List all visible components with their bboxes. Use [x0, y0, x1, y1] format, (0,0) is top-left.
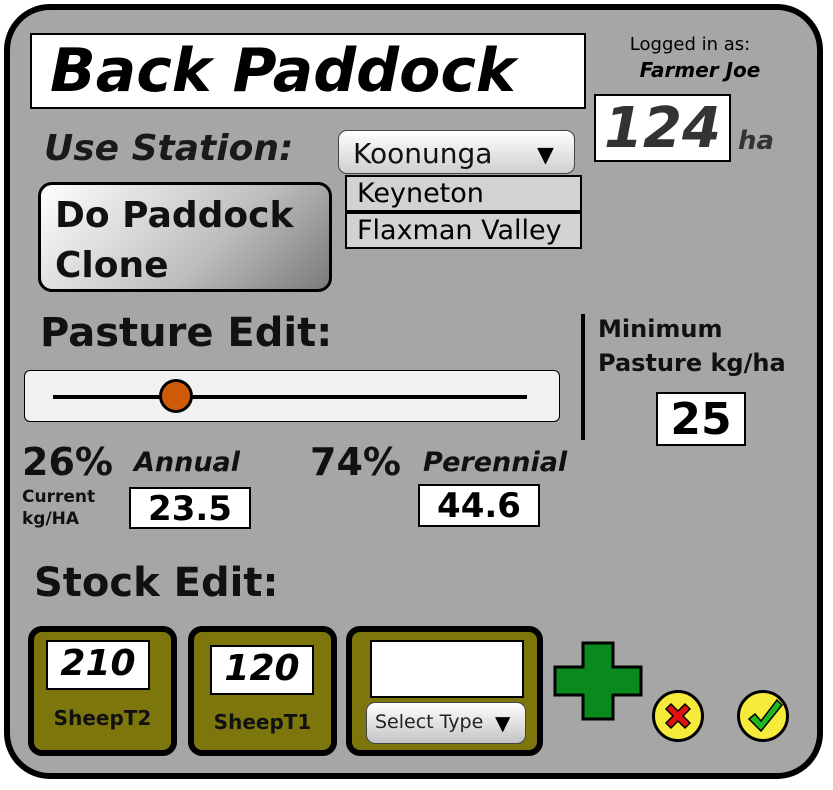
station-selected-value: Koonunga	[353, 137, 493, 170]
pasture-slider[interactable]	[24, 370, 560, 422]
minimum-pasture-input[interactable]: 25	[656, 392, 746, 446]
cancel-x-icon	[664, 702, 692, 730]
station-select[interactable]: Koonunga ▼	[338, 130, 575, 174]
dropdown-arrow-icon: ▼	[537, 143, 554, 168]
station-option-flaxman-valley[interactable]: Flaxman Valley	[345, 212, 582, 249]
plus-icon	[553, 641, 643, 721]
stock-count-input[interactable]: 210	[46, 640, 150, 690]
user-name: Farmer Joe	[639, 58, 761, 82]
paddock-area-value: 124	[594, 94, 731, 162]
slider-thumb[interactable]	[159, 379, 194, 413]
paddock-area-unit: ha	[738, 126, 775, 156]
clone-button-line1: Do Paddock	[55, 195, 294, 236]
stock-count-input[interactable]: 120	[210, 645, 314, 695]
stock-card-sheept1[interactable]: 120 SheepT1	[188, 626, 337, 756]
paddock-title: Back Paddock	[30, 33, 586, 109]
current-kg-ha-label: Current kg/HA	[22, 486, 95, 530]
slider-line	[53, 395, 527, 399]
minimum-pasture-label: Minimum Pasture kg/ha	[598, 312, 786, 380]
current-label-line2: kg/HA	[22, 509, 80, 529]
use-station-label: Use Station:	[44, 128, 294, 169]
do-paddock-clone-button[interactable]: Do Paddock Clone	[38, 182, 332, 292]
stock-type-select[interactable]: Select Type ▼	[366, 702, 526, 744]
station-option-keyneton[interactable]: Keyneton	[345, 175, 582, 212]
stock-card-sheept2[interactable]: 210 SheepT2	[28, 626, 177, 756]
perennial-current-input[interactable]: 44.6	[418, 484, 540, 527]
minimum-pasture-line2: Pasture kg/ha	[598, 349, 786, 377]
cancel-button[interactable]	[652, 690, 704, 742]
stock-edit-heading: Stock Edit:	[34, 560, 279, 606]
logged-in-label: Logged in as:	[629, 34, 751, 55]
divider	[581, 314, 585, 440]
dropdown-arrow-icon: ▼	[495, 711, 511, 735]
new-stock-count-input[interactable]	[370, 640, 524, 698]
perennial-percent: 74%	[310, 440, 401, 484]
minimum-pasture-line1: Minimum	[598, 315, 723, 343]
confirm-button[interactable]	[737, 690, 789, 742]
stock-card-new[interactable]: Select Type ▼	[346, 626, 543, 756]
annual-percent: 26%	[22, 440, 113, 484]
add-stock-button[interactable]	[552, 640, 644, 722]
pasture-edit-heading: Pasture Edit:	[40, 310, 333, 356]
stock-type-label: SheepT2	[53, 706, 152, 730]
stock-type-placeholder: Select Type	[375, 711, 484, 733]
perennial-label: Perennial	[423, 447, 568, 478]
annual-label: Annual	[134, 447, 241, 478]
current-label-line1: Current	[22, 487, 96, 507]
stock-type-label: SheepT1	[213, 710, 312, 734]
clone-button-line2: Clone	[55, 245, 169, 286]
checkmark-icon	[747, 698, 784, 733]
annual-current-input[interactable]: 23.5	[129, 487, 251, 529]
